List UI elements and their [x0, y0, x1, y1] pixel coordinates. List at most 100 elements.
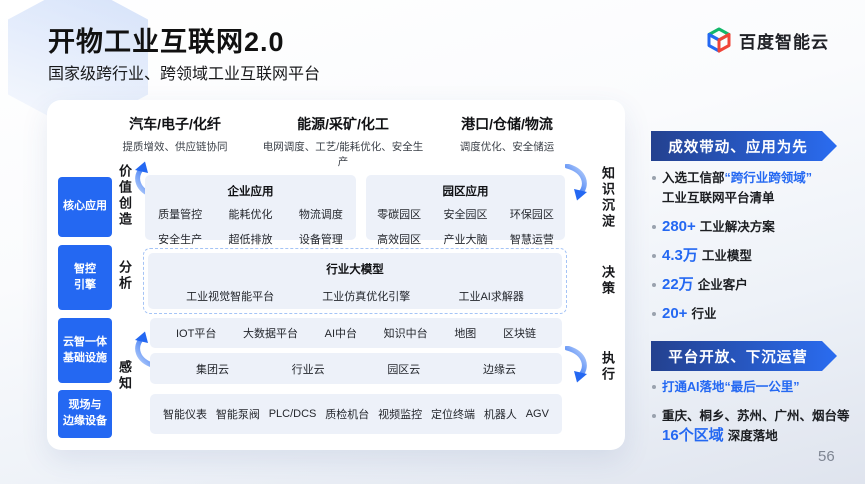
app-item: 质量管控 — [145, 206, 215, 222]
baidu-cloud-logo: 百度智能云 — [706, 27, 829, 53]
stat-number: 16个区域 — [662, 427, 724, 444]
stat-number: 4.3万 — [662, 247, 698, 264]
industry-column-energy: 能源/采矿/化工 电网调度、工艺/能耗优化、安全生产 — [259, 114, 427, 169]
banner-title: 平台开放、下沉运营 — [668, 346, 820, 367]
bullet-text: 重庆、桐乡、苏州、广州、烟台等 — [662, 409, 850, 423]
industry-model-inner: 行业大模型 工业视觉智能平台 工业仿真优化引擎 工业AI求解器 — [148, 253, 562, 309]
flow-label-analysis: 分析 — [115, 260, 134, 292]
app-item: 环保园区 — [499, 206, 565, 222]
app-item: 能耗优化 — [215, 206, 285, 222]
model-item: 工业仿真优化引擎 — [322, 288, 410, 304]
logo-text: 百度智能云 — [739, 28, 829, 53]
industry-title: 汽车/电子/化纤 — [95, 114, 255, 134]
edge-item: 定位终端 — [431, 406, 475, 422]
edge-item: PLC/DCS — [269, 408, 317, 420]
bullet-regions: 重庆、桐乡、苏州、广州、烟台等 16个区域深度落地 — [650, 406, 860, 446]
app-item: 高效园区 — [366, 231, 432, 247]
banner-title: 成效带动、应用为先 — [668, 136, 820, 157]
enterprise-apps-title: 企业应用 — [145, 183, 356, 199]
edge-item: 质检机台 — [325, 406, 369, 422]
park-apps-grid: 零碳园区 安全园区 环保园区 高效园区 产业大脑 智慧运营 — [366, 206, 565, 247]
edge-item: AGV — [526, 408, 549, 420]
flow-down-arrow-icon — [565, 164, 591, 202]
industry-title: 能源/采矿/化工 — [259, 114, 427, 134]
layer-label: 智控 引擎 — [74, 262, 96, 294]
stat-number: 22万 — [662, 276, 694, 293]
stat-number: 20+ — [662, 305, 687, 322]
bullet-text: 工业互联网平台清单 — [662, 191, 775, 205]
app-item: 产业大脑 — [432, 231, 498, 247]
platform-item: 知识中台 — [384, 325, 428, 341]
platform-item: 区块链 — [503, 325, 536, 341]
bullet-stat: 4.3万工业模型 — [650, 246, 860, 266]
flow-label-decision: 决策 — [598, 265, 617, 297]
bullet-dot — [652, 176, 656, 180]
cloud-item: 边缘云 — [483, 361, 516, 377]
page-title: 开物工业互联网2.0 — [48, 20, 285, 59]
layer-label: 核心应用 — [63, 199, 107, 215]
sidebar-banner-results: 成效带动、应用为先 — [651, 131, 837, 161]
industry-title: 港口/仓储/物流 — [432, 114, 582, 134]
bullet-highlight: “跨行业跨领域” — [725, 171, 813, 185]
industry-model-items: 工业视觉智能平台 工业仿真优化引擎 工业AI求解器 — [148, 288, 562, 304]
bullet-dot — [652, 283, 656, 287]
architecture-panel: 汽车/电子/化纤 提质增效、供应链协同 能源/采矿/化工 电网调度、工艺/能耗优… — [47, 100, 625, 450]
flow-label-execution: 执行 — [598, 351, 617, 383]
sidebar-banner-platform: 平台开放、下沉运营 — [651, 341, 837, 371]
edge-device-row: 智能仪表 智能泵阀 PLC/DCS 质检机台 视频监控 定位终端 机器人 AGV — [150, 394, 562, 434]
bullet-stat: 280+ 工业解决方案 — [650, 217, 860, 237]
layer-cloud-infrastructure: 云智一体 基础设施 — [58, 318, 112, 383]
sidebar-list-results: 入选工信部“跨行业跨领域” 工业互联网平台清单 280+工业解决方案 4.3万工… — [650, 168, 860, 333]
stat-text: 企业客户 — [698, 278, 748, 292]
platform-item: IOT平台 — [176, 325, 216, 341]
bullet-miit-list: 入选工信部“跨行业跨领域” 工业互联网平台清单 — [650, 168, 860, 208]
bullet-stat: 22万企业客户 — [650, 275, 860, 295]
bullet-highlight: 打通AI落地“最后一公里” — [662, 380, 800, 394]
layer-core-applications: 核心应用 — [58, 177, 112, 237]
model-item: 工业AI求解器 — [458, 288, 523, 304]
industry-model-title: 行业大模型 — [148, 261, 562, 277]
bullet-stat: 20+ 行业 — [650, 304, 860, 324]
bullet-dot — [652, 225, 656, 229]
app-item: 超低排放 — [215, 231, 285, 247]
layer-label: 云智一体 基础设施 — [63, 335, 107, 367]
industry-model-box: 行业大模型 工业视觉智能平台 工业仿真优化引擎 工业AI求解器 — [143, 248, 567, 314]
bullet-text: 入选工信部 — [662, 171, 725, 185]
page-number: 56 — [818, 448, 835, 465]
stat-number: 280+ — [662, 218, 696, 235]
industry-column-auto: 汽车/电子/化纤 提质增效、供应链协同 — [95, 114, 255, 154]
baidu-cloud-cube-icon — [706, 27, 732, 53]
bullet-dot — [652, 254, 656, 258]
stat-text: 行业 — [691, 307, 716, 321]
cloud-item: 园区云 — [387, 361, 420, 377]
layer-control-engine: 智控 引擎 — [58, 245, 112, 310]
edge-item: 智能仪表 — [163, 406, 207, 422]
app-item: 安全园区 — [432, 206, 498, 222]
enterprise-apps-grid: 质量管控 能耗优化 物流调度 安全生产 超低排放 设备管理 — [145, 206, 356, 247]
park-apps-box: 园区应用 零碳园区 安全园区 环保园区 高效园区 产业大脑 智慧运营 — [366, 175, 565, 240]
bullet-ai-lastmile: 打通AI落地“最后一公里” — [650, 377, 860, 397]
layer-edge-devices: 现场与 边缘设备 — [58, 390, 112, 438]
page-subtitle: 国家级跨行业、跨领域工业互联网平台 — [48, 60, 320, 84]
layer-label: 现场与 边缘设备 — [63, 398, 107, 430]
app-item: 物流调度 — [286, 206, 356, 222]
sidebar-list-platform: 打通AI落地“最后一公里” 重庆、桐乡、苏州、广州、烟台等 16个区域深度落地 — [650, 377, 860, 455]
model-item: 工业视觉智能平台 — [186, 288, 274, 304]
park-apps-title: 园区应用 — [366, 183, 565, 199]
flow-down-arrow-icon — [565, 346, 591, 384]
app-item: 安全生产 — [145, 231, 215, 247]
stat-text: 工业解决方案 — [700, 220, 775, 234]
app-item: 零碳园区 — [366, 206, 432, 222]
bullet-text: 深度落地 — [728, 429, 778, 443]
platform-row: IOT平台 大数据平台 AI中台 知识中台 地图 区块链 — [150, 318, 562, 348]
edge-item: 视频监控 — [378, 406, 422, 422]
cloud-row: 集团云 行业云 园区云 边缘云 — [150, 353, 562, 384]
industry-column-port: 港口/仓储/物流 调度优化、安全储运 — [432, 114, 582, 154]
industry-desc: 调度优化、安全储运 — [432, 139, 582, 154]
enterprise-apps-box: 企业应用 质量管控 能耗优化 物流调度 安全生产 超低排放 设备管理 — [145, 175, 356, 240]
industry-desc: 电网调度、工艺/能耗优化、安全生产 — [259, 139, 427, 169]
platform-item: AI中台 — [325, 325, 357, 341]
industry-desc: 提质增效、供应链协同 — [95, 139, 255, 154]
edge-item: 机器人 — [484, 406, 517, 422]
bullet-dot — [652, 312, 656, 316]
